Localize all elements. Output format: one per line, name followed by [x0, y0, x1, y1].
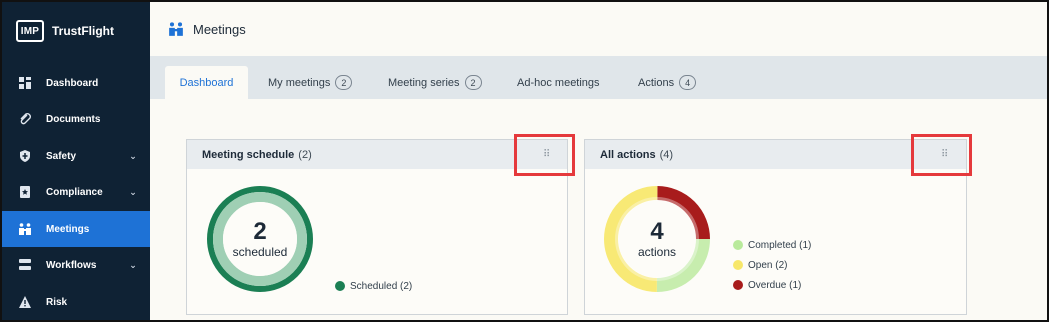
actions-donut-chart: 4 actions — [602, 184, 712, 294]
sidebar-item-label: Compliance — [46, 186, 103, 198]
legend-dot — [733, 280, 743, 290]
card-title: Meeting schedule — [202, 148, 295, 161]
donut-center: 4 actions — [602, 184, 712, 294]
page-header: Meetings — [150, 2, 1047, 56]
legend-item-scheduled[interactable]: Scheduled (2) — [335, 276, 412, 296]
sidebar-item-documents[interactable]: Documents — [2, 101, 150, 137]
sidebar-item-risk[interactable]: Risk — [2, 284, 150, 320]
meetings-icon — [168, 21, 184, 37]
tab-label: Dashboard — [179, 76, 234, 89]
dashboard-icon — [18, 76, 32, 90]
card-header: All actions (4) — [585, 140, 966, 169]
sidebar: IMP TrustFlight Dashboard Documents Safe… — [2, 2, 150, 320]
tab-label: Ad-hoc meetings — [517, 76, 600, 89]
sidebar-item-label: Safety — [46, 150, 77, 162]
legend-label: Completed (1) — [748, 239, 812, 251]
sidebar-item-label: Meetings — [46, 223, 90, 235]
tab-meeting-series[interactable]: Meeting series 2 — [388, 66, 482, 99]
card-count: (4) — [659, 148, 674, 161]
app-window: IMP TrustFlight Dashboard Documents Safe… — [0, 0, 1049, 322]
legend-dot — [335, 281, 345, 291]
donut-center-number: 4 — [650, 218, 664, 245]
warning-icon — [18, 295, 32, 309]
brand-logo: IMP — [16, 20, 44, 42]
meeting-schedule-card: Meeting schedule (2) ⠿ 2 scheduled Sched… — [186, 139, 568, 315]
tab-bar: Dashboard My meetings 2 Meeting series 2… — [150, 56, 1047, 99]
legend-label: Overdue (1) — [748, 279, 802, 291]
card-count: (2) — [298, 148, 312, 161]
count-badge: 2 — [464, 75, 482, 90]
drag-handle-highlight — [514, 134, 575, 176]
sidebar-item-label: Workflows — [46, 259, 97, 271]
all-actions-card: All actions (4) ⠿ 4 actions Completed (1… — [584, 139, 967, 315]
legend-label: Scheduled (2) — [350, 280, 413, 292]
donut-center-number: 2 — [253, 218, 267, 245]
tab-label: Actions — [638, 76, 675, 89]
tab-my-meetings[interactable]: My meetings 2 — [268, 66, 353, 99]
sidebar-item-compliance[interactable]: Compliance ⌄ — [2, 174, 150, 210]
star-badge-icon — [18, 185, 32, 199]
chevron-down-icon: ⌄ — [129, 259, 137, 270]
chevron-down-icon: ⌄ — [129, 186, 137, 197]
legend-label: Open (2) — [748, 259, 788, 271]
shield-icon — [18, 149, 32, 163]
tab-ad-hoc-meetings[interactable]: Ad-hoc meetings — [517, 66, 600, 99]
chevron-down-icon: ⌄ — [129, 150, 137, 161]
chart-legend: Scheduled (2) — [335, 276, 412, 296]
tab-label: Meeting series — [388, 76, 460, 89]
sidebar-item-meetings[interactable]: Meetings — [2, 211, 150, 247]
card-title: All actions — [600, 148, 656, 161]
legend-item-open[interactable]: Open (2) — [733, 255, 811, 275]
donut-center-label: actions — [637, 245, 677, 259]
sidebar-item-label: Risk — [46, 296, 68, 308]
sidebar-item-label: Documents — [46, 113, 101, 125]
sidebar-item-dashboard[interactable]: Dashboard — [2, 65, 150, 101]
tab-actions[interactable]: Actions 4 — [638, 66, 697, 99]
brand-name: TrustFlight — [52, 24, 114, 38]
page-title: Meetings — [193, 21, 246, 37]
sidebar-item-safety[interactable]: Safety ⌄ — [2, 138, 150, 174]
donut-center: 2 scheduled — [205, 184, 315, 294]
donut-center-label: scheduled — [232, 245, 288, 259]
count-badge: 4 — [679, 75, 697, 90]
count-badge: 2 — [335, 75, 353, 90]
drag-handle-highlight — [911, 134, 972, 176]
legend-item-overdue[interactable]: Overdue (1) — [733, 275, 811, 295]
sidebar-item-label: Dashboard — [46, 77, 99, 89]
card-header: Meeting schedule (2) — [187, 140, 567, 169]
tab-label: My meetings — [268, 76, 331, 89]
tab-dashboard[interactable]: Dashboard — [165, 66, 248, 99]
legend-dot — [733, 240, 743, 250]
brand[interactable]: IMP TrustFlight — [16, 19, 114, 43]
legend-item-completed[interactable]: Completed (1) — [733, 235, 811, 255]
legend-dot — [733, 260, 743, 270]
meetings-icon — [18, 222, 32, 236]
paperclip-icon — [18, 112, 32, 126]
chart-legend: Completed (1) Open (2) Overdue (1) — [733, 235, 811, 295]
sidebar-item-workflows[interactable]: Workflows ⌄ — [2, 247, 150, 283]
scheduled-donut-chart: 2 scheduled — [205, 184, 315, 294]
dashboard-content: Meeting schedule (2) ⠿ 2 scheduled Sched… — [150, 99, 1047, 320]
workflow-icon — [18, 258, 32, 272]
